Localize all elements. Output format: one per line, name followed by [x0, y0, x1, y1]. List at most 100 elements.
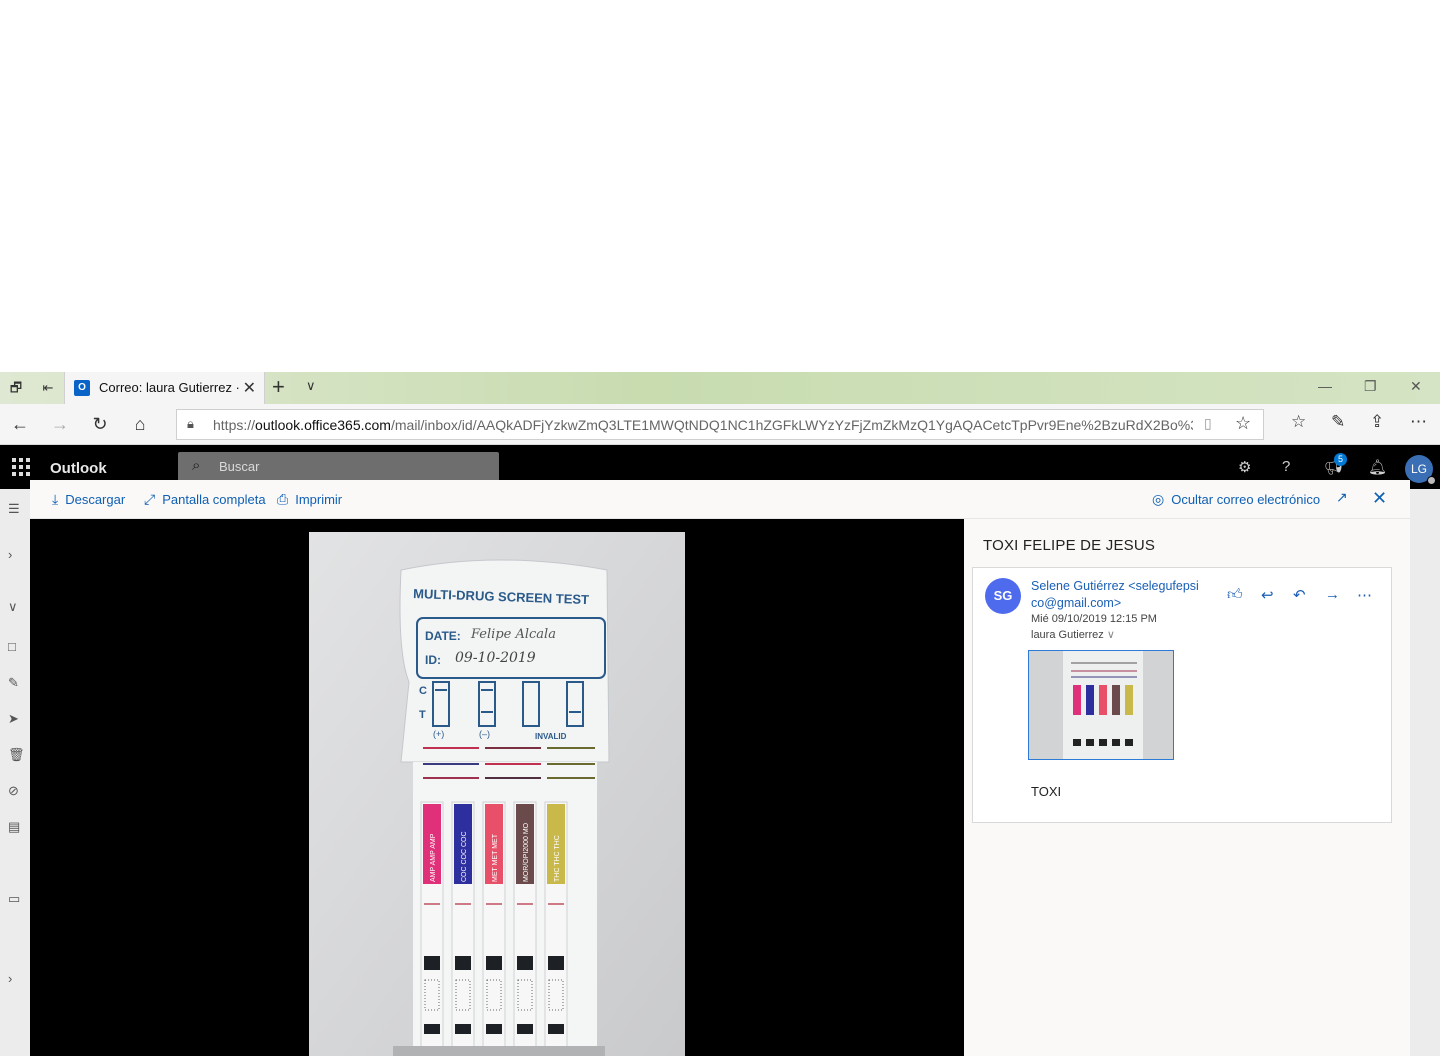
chevron-right-icon[interactable]: › — [8, 547, 12, 562]
popout-icon[interactable]: ↗ — [1336, 489, 1348, 506]
pen-icon[interactable]: ✎ — [1331, 412, 1345, 432]
strip-dark-block — [486, 1024, 502, 1034]
forward-icon[interactable]: → — [1325, 586, 1340, 603]
search-icon: ⌕ — [192, 457, 201, 474]
sender-line-2: co@gmail.com> — [1031, 596, 1122, 610]
hide-email-label: Ocultar correo electrónico — [1171, 492, 1321, 507]
app-launcher-icon[interactable] — [12, 458, 30, 476]
send-icon[interactable]: ➤ — [8, 711, 19, 727]
fullscreen-button[interactable]: ⤢ Pantalla completa — [144, 491, 266, 508]
hide-email-button[interactable]: ◎ Ocultar correo electrónico — [1152, 491, 1320, 508]
test-strips: AMP AMP AMP COC COC COC MET MET MET MOR/OPI… — [420, 801, 568, 1053]
close-viewer-icon[interactable]: ✕ — [1372, 488, 1387, 509]
chevron-down-icon[interactable]: ∨ — [306, 378, 316, 394]
tab-actions-icon[interactable]: 🗗 — [6, 378, 26, 398]
id-handwriting: 09-10-2019 — [455, 650, 536, 666]
strip-drug-label: THC THC THC — [554, 835, 561, 882]
blocked-icon[interactable]: ⊘ — [8, 783, 19, 799]
reply-icon[interactable]: ↩ — [1261, 586, 1274, 604]
strip-dark-block — [486, 956, 502, 970]
browser-tab[interactable]: O Correo: laura Gutierrez · ✕ — [64, 372, 265, 404]
positive-label: (+) — [433, 729, 444, 739]
strip-dark-block — [548, 1024, 564, 1034]
reply-all-icon[interactable]: ↶ — [1293, 586, 1306, 604]
restore-icon[interactable]: ❐ — [1364, 378, 1377, 395]
attachment-photo[interactable]: MULTI-DRUG SCREEN TEST DATE: Felipe Alca… — [309, 532, 685, 1056]
message-card: SG Selene Gutiérrez <selegufepsi co@gmail… — [972, 567, 1392, 823]
note-icon[interactable]: ▭ — [8, 891, 20, 907]
thumbnail-strip-block — [1112, 739, 1120, 746]
forward-icon[interactable]: → — [48, 412, 72, 436]
thumbnail-strip — [1073, 685, 1081, 715]
more-actions-icon[interactable]: ⋯ — [1357, 586, 1372, 604]
bell-icon[interactable]: 🔔︎ — [1368, 458, 1387, 476]
refresh-icon[interactable]: ↻ — [88, 412, 112, 436]
minimize-icon[interactable]: — — [1318, 378, 1332, 394]
reading-view-icon[interactable]: ▯ — [1204, 415, 1212, 432]
thumbnail-image — [1029, 651, 1173, 759]
strip-dark-block — [424, 1024, 440, 1034]
recipient-name: laura Gutierrez — [1031, 629, 1104, 641]
back-icon[interactable]: ← — [8, 412, 32, 436]
strip-dark-block — [517, 1024, 533, 1034]
outlook-brand[interactable]: Outlook — [50, 460, 107, 477]
set-aside-tabs-icon[interactable]: ⇤ — [38, 378, 58, 398]
inbox-icon[interactable]: □ — [8, 639, 16, 654]
drug-test-photo: MULTI-DRUG SCREEN TEST DATE: Felipe Alca… — [309, 532, 685, 1056]
lock-icon: 🔒︎ — [187, 416, 194, 431]
favorites-icon[interactable]: ☆ — [1291, 412, 1306, 432]
strip-drug-label: AMP AMP AMP — [430, 833, 437, 882]
thumbnail-strip — [1099, 685, 1107, 715]
sender-name[interactable]: Selene Gutiérrez <selegufepsi co@gmail.co… — [1031, 578, 1221, 612]
email-side-panel: TOXI FELIPE DE JESUS SG Selene Gutiérrez… — [964, 519, 1410, 1056]
home-icon[interactable]: ⌂ — [128, 412, 152, 436]
expand-icon: ⤢ — [144, 491, 156, 507]
chevron-down-icon[interactable]: ∨ — [8, 599, 18, 615]
invalid-label: INVALID — [535, 732, 567, 741]
outlook-favicon-icon: O — [74, 380, 90, 396]
email-subject: TOXI FELIPE DE JESUS — [983, 537, 1156, 554]
browser-tab-strip: 🗗 ⇤ O Correo: laura Gutierrez · ✕ + ∨ — … — [0, 372, 1440, 404]
download-button[interactable]: ⤓ Descargar — [52, 491, 125, 508]
url-field[interactable]: 🔒︎ https://outlook.office365.com/mail/in… — [176, 409, 1264, 440]
url-text: https://outlook.office365.com/mail/inbox… — [213, 417, 1193, 433]
message-body: TOXI — [1031, 784, 1062, 799]
help-icon[interactable]: ? — [1282, 458, 1290, 475]
attachment-thumbnail[interactable] — [1028, 650, 1174, 760]
message-recipient[interactable]: laura Gutierrez ∨ — [1031, 628, 1115, 641]
close-tab-icon[interactable]: ✕ — [243, 378, 256, 398]
window-close-icon[interactable]: ✕ — [1410, 378, 1422, 395]
thumbnail-strip — [1112, 685, 1120, 715]
chevron-right-icon[interactable]: › — [8, 971, 12, 986]
gear-icon[interactable]: ⚙ — [1238, 458, 1251, 476]
download-label: Descargar — [65, 492, 126, 507]
browser-address-bar: ← → ↻ ⌂ 🔒︎ https://outlook.office365.com… — [0, 404, 1440, 445]
more-icon[interactable]: ⋯ — [1410, 412, 1427, 432]
expand-recipients-icon[interactable]: ∨ — [1107, 629, 1115, 641]
message-date: Mié 09/10/2019 12:15 PM — [1031, 613, 1157, 625]
like-icon[interactable]: 👍︎ — [1227, 586, 1243, 604]
search-box[interactable]: ⌕ Buscar — [178, 452, 499, 482]
attachment-viewer-toolbar: ⤓ Descargar ⤢ Pantalla completa ⎙ Imprimir … — [30, 480, 1410, 519]
new-tab-icon[interactable]: + — [272, 374, 285, 400]
tab-title: Correo: laura Gutierrez · — [99, 380, 239, 395]
share-icon[interactable]: ⇪ — [1370, 412, 1384, 432]
strip-drug-label: MOR/OPI2000 MO — [523, 822, 530, 882]
trash-icon[interactable]: 🗑︎ — [8, 747, 25, 763]
left-nav-rail: ☰ › ∨ □ ✎ ➤ 🗑︎ ⊘ ▤ ▭ › — [0, 489, 30, 1056]
sender-avatar[interactable]: SG — [985, 578, 1021, 614]
print-button[interactable]: ⎙ Imprimir — [277, 491, 342, 508]
strip-dark-block — [455, 956, 471, 970]
archive-icon[interactable]: ▤ — [8, 819, 20, 835]
strip-drug-label: COC COC COC — [461, 831, 468, 882]
strip-dark-block — [424, 956, 440, 970]
user-avatar[interactable]: LG — [1405, 455, 1436, 485]
pencil-icon[interactable]: ✎ — [8, 675, 19, 691]
strip-dark-block — [517, 956, 533, 970]
thumbnail-strip — [1086, 685, 1094, 715]
favorite-star-icon[interactable]: ☆ — [1235, 413, 1251, 434]
search-placeholder: Buscar — [219, 459, 260, 474]
right-background-strip — [1410, 489, 1440, 1056]
thumbnail-strip-block — [1099, 739, 1107, 746]
hamburger-icon[interactable]: ☰ — [8, 501, 20, 517]
